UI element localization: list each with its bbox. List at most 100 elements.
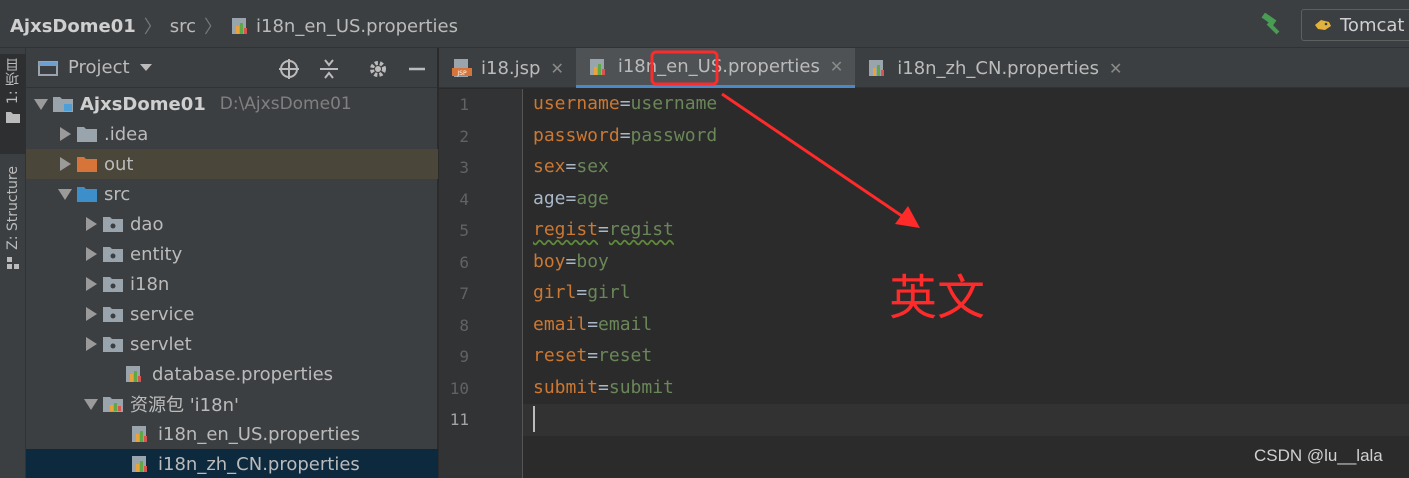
gear-icon[interactable] [367,58,389,80]
tree-item-service[interactable]: service [26,299,438,329]
chevron-right-icon[interactable] [85,277,97,291]
tree-item-label: i18n_en_US.properties [158,423,360,445]
breadcrumb-file[interactable]: i18n_en_US.properties [256,16,458,37]
folder-icon [6,112,20,124]
equals-sign: = [619,93,631,114]
breadcrumb-project[interactable]: AjxsDome01 [10,16,136,37]
line-number: 10 [449,379,469,398]
code-line[interactable]: boy=boy [533,251,609,272]
breadcrumb-folder[interactable]: src [170,16,196,37]
package-icon [103,337,123,352]
tree-item-resource-bundle[interactable]: 资源包 'i18n' [26,389,438,419]
chevron-right-icon[interactable] [85,307,97,321]
locate-icon[interactable] [278,58,300,80]
close-icon[interactable]: ✕ [830,57,843,76]
code-line[interactable]: age=age [533,188,609,209]
equals-sign: = [576,282,588,303]
property-key: age [533,188,566,209]
line-number: 8 [459,316,469,335]
equals-sign: = [587,345,599,366]
package-icon [103,217,123,232]
project-panel-header: Project [26,48,437,88]
project-path: D:\AjxsDome01 [219,94,352,114]
code-line[interactable]: sex=sex [533,156,609,177]
run-configuration-selector[interactable]: Tomcat [1301,9,1409,41]
structure-tool-button[interactable]: Z: Structure [0,166,26,286]
tree-item-src[interactable]: src [26,179,438,209]
property-key: girl [533,282,577,303]
module-folder-icon [53,97,73,112]
tree-item-idea[interactable]: .idea [26,119,438,149]
text-caret [533,406,535,432]
project-view-title[interactable]: Project [68,57,130,78]
tomcat-icon [1315,20,1331,30]
property-value: boy [576,251,609,272]
properties-file-icon [132,456,147,472]
run-configuration-label: Tomcat [1340,14,1405,36]
code-line[interactable]: reset=reset [533,345,652,366]
chevron-right-icon[interactable] [59,127,71,141]
watermark: CSDN @lu__lala [1254,446,1383,465]
code-line[interactable]: regist=regist [533,219,674,240]
hammer-icon[interactable] [1260,13,1286,35]
properties-file-icon [126,366,141,382]
tree-item-label: 资源包 'i18n' [130,395,239,416]
tree-item-label: database.properties [152,363,334,385]
package-icon [103,277,123,292]
line-number: 4 [459,190,469,209]
tree-item-label: servlet [130,333,192,355]
code-line[interactable]: password=password [533,125,717,146]
current-line-highlight [523,404,1409,436]
chevron-right-icon[interactable] [85,247,97,261]
tree-item-root[interactable]: AjxsDome01 D:\AjxsDome01 [26,89,438,119]
tree-item-entity[interactable]: entity [26,239,438,269]
equals-sign: = [598,219,609,240]
code-line[interactable]: submit=submit [533,377,674,398]
project-view-icon [38,60,58,76]
breadcrumb-separator: 〉 [204,17,223,38]
tree-item-servlet[interactable]: servlet [26,329,438,359]
properties-file-icon [589,58,605,75]
chevron-right-icon[interactable] [85,337,97,351]
package-icon [103,307,123,322]
tree-item-i18n-zh-cn[interactable]: i18n_zh_CN.properties [26,449,438,478]
tree-item-i18n-en-us[interactable]: i18n_en_US.properties [26,419,438,449]
code-line[interactable]: username=username [533,93,717,114]
tab-i18n-zh-cn[interactable]: i18n_zh_CN.properties ✕ [855,48,1134,88]
tree-item-label: entity [130,243,183,265]
project-tool-button[interactable]: 1: 项目 [0,54,26,154]
tree-item-database-properties[interactable]: database.properties [26,359,438,389]
code-line[interactable]: girl=girl [533,282,631,303]
property-value: regist [608,219,674,240]
tree-item-dao[interactable]: dao [26,209,438,239]
chevron-down-icon[interactable] [34,98,48,110]
chevron-down-icon[interactable] [139,64,152,71]
tab-i18-jsp[interactable]: JSP i18.jsp ✕ [439,48,576,88]
chevron-right-icon[interactable] [85,217,97,231]
property-value: reset [598,345,653,366]
tab-i18n-en-us[interactable]: i18n_en_US.properties ✕ [575,48,856,88]
code-line[interactable]: email=email [533,314,652,335]
minimize-icon[interactable] [406,58,428,80]
tool-window-stripe: 1: 项目 Z: Structure [0,48,26,478]
jsp-file-icon: JSP [452,59,472,77]
line-number: 3 [459,158,469,177]
tree-item-label: service [130,303,195,325]
chevron-right-icon[interactable] [59,157,71,171]
source-folder-icon [77,187,97,202]
chevron-down-icon[interactable] [84,398,98,410]
close-icon[interactable]: ✕ [550,59,563,78]
properties-file-icon [132,426,147,442]
tree-item-label: src [104,183,131,205]
collapse-all-icon[interactable] [318,58,340,80]
property-key: password [533,125,620,146]
property-key: email [533,314,588,335]
tree-item-label: out [104,153,134,175]
structure-tool-label: Z: Structure [5,166,21,250]
chevron-down-icon[interactable] [58,188,72,200]
tree-item-i18n[interactable]: i18n [26,269,438,299]
tree-item-out[interactable]: out [26,149,438,179]
close-icon[interactable]: ✕ [1109,59,1122,78]
property-value: sex [576,156,609,177]
property-key: regist [533,219,599,240]
